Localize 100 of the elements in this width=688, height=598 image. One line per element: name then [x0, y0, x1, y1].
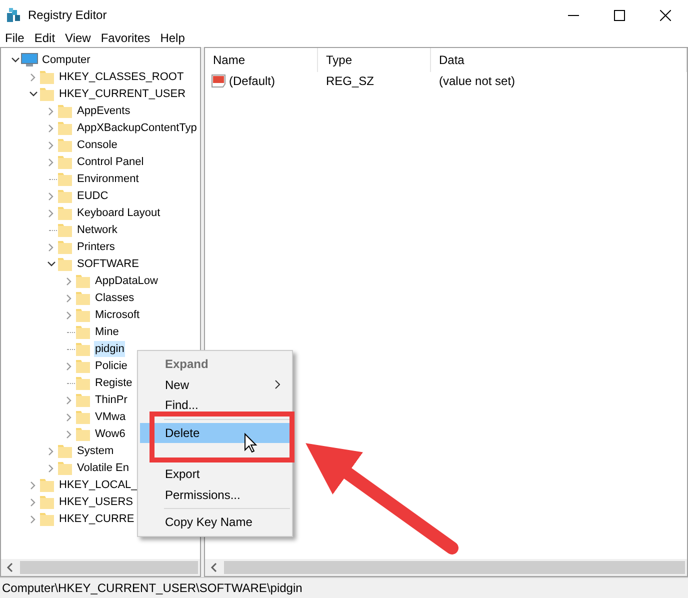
folder-icon	[57, 239, 73, 256]
folder-icon	[39, 86, 55, 102]
maximize-icon[interactable]	[614, 10, 624, 20]
folder-icon	[57, 205, 73, 222]
folder-icon	[57, 154, 73, 170]
chevron-right-icon[interactable]	[48, 208, 54, 218]
chevron-right-icon[interactable]	[66, 362, 72, 371]
tree-item[interactable]: HKEY_LOCAL_	[58, 477, 138, 494]
chevron-right-icon[interactable]	[66, 310, 72, 320]
chevron-down-icon[interactable]	[10, 57, 20, 64]
chevron-right-icon[interactable]	[48, 124, 54, 133]
tree-item[interactable]: Policie	[94, 358, 128, 374]
column-header[interactable]: Type	[318, 48, 431, 72]
chevron-right-icon[interactable]	[48, 140, 54, 150]
chevron-right-icon[interactable]	[66, 412, 72, 422]
string-value-icon	[211, 74, 227, 88]
folder-icon	[75, 324, 91, 340]
chevron-right-icon[interactable]	[66, 276, 72, 286]
menu-item[interactable]: Favorites	[96, 31, 156, 46]
tree-item[interactable]: Mine	[94, 324, 120, 340]
tree-item[interactable]: AppEvents	[76, 103, 132, 120]
folder-icon	[57, 460, 73, 476]
chevron-right-icon[interactable]	[48, 192, 54, 201]
menu-item[interactable]: Export	[140, 464, 290, 484]
chevron-right-icon[interactable]	[48, 106, 54, 116]
tree-item[interactable]: HKEY_USERS	[58, 494, 134, 510]
folder-icon	[39, 477, 55, 494]
folder-icon	[75, 375, 91, 392]
tree-item[interactable]: Network	[76, 222, 118, 238]
tree-item[interactable]: VMwa	[94, 409, 127, 426]
folder-icon	[75, 341, 91, 358]
tree-item[interactable]: Console	[76, 137, 118, 154]
tree-item[interactable]: Environment	[76, 171, 140, 188]
tree-item[interactable]: Wow6	[94, 426, 126, 442]
value-name[interactable]: (Default)	[229, 74, 276, 88]
chevron-right-icon[interactable]	[48, 158, 54, 167]
folder-icon	[57, 171, 73, 188]
close-icon[interactable]	[660, 10, 670, 20]
chevron-down-icon[interactable]	[46, 261, 56, 268]
folder-icon	[75, 358, 91, 374]
chevron-right-icon[interactable]	[48, 464, 54, 473]
chevron-right-icon[interactable]	[30, 498, 36, 507]
scrollbar-thumb[interactable]	[20, 561, 198, 574]
computer-icon	[21, 53, 38, 68]
tree-item[interactable]: HKEY_CURRENT_USER	[58, 86, 187, 102]
app-icon	[6, 7, 22, 23]
tree-item[interactable]: HKEY_CURRE	[58, 511, 136, 528]
value-type: REG_SZ	[325, 72, 376, 90]
folder-icon	[75, 392, 91, 408]
menu-item[interactable]: Copy Key Name	[140, 512, 290, 532]
tree-item[interactable]: ThinPr	[94, 392, 128, 408]
folder-icon	[57, 222, 73, 238]
tree-item[interactable]: Registe	[94, 375, 134, 392]
tree-item[interactable]: AppXBackupContentTyp	[76, 120, 198, 136]
value-data: (value not set)	[438, 72, 516, 90]
status-bar: Computer\HKEY_CURRENT_USER\SOFTWARE\pidgin	[0, 577, 688, 598]
folder-icon	[75, 409, 91, 426]
column-header[interactable]: Data	[431, 48, 687, 72]
chevron-right-icon[interactable]	[30, 480, 36, 490]
tree-item[interactable]: Control Panel	[76, 154, 145, 170]
folder-icon	[39, 511, 55, 528]
chevron-down-icon[interactable]	[28, 91, 38, 98]
menu-item[interactable]: View	[60, 31, 96, 46]
tree-item[interactable]: SOFTWARE	[76, 256, 140, 272]
chevron-right-icon[interactable]	[30, 72, 36, 82]
folder-icon	[57, 188, 73, 204]
tree-item[interactable]: AppDataLow	[94, 273, 159, 290]
tree-item[interactable]: Volatile En	[76, 460, 130, 476]
menu-item[interactable]: Find...	[140, 395, 290, 416]
tree-item[interactable]: Classes	[94, 290, 136, 306]
scrollbar-thumb[interactable]	[224, 561, 685, 574]
tree-item[interactable]: HKEY_CLASSES_ROOT	[58, 69, 185, 86]
menu-item[interactable]: File	[0, 31, 30, 46]
tree-item[interactable]: Computer	[41, 52, 92, 68]
folder-icon	[39, 69, 55, 86]
folder-icon	[57, 137, 73, 154]
tree-item[interactable]: Microsoft	[94, 307, 141, 324]
folder-icon	[75, 426, 91, 442]
chevron-right-icon[interactable]	[66, 294, 72, 303]
tree-item[interactable]: System	[76, 443, 115, 460]
folder-icon	[57, 103, 73, 120]
chevron-right-icon[interactable]	[48, 446, 54, 456]
folder-icon	[75, 307, 91, 324]
tree-item[interactable]: Keyboard Layout	[76, 205, 162, 222]
column-header[interactable]: Name	[205, 48, 318, 72]
chevron-right-icon[interactable]	[66, 430, 72, 439]
folder-icon	[75, 290, 91, 306]
folder-icon	[39, 494, 55, 510]
menu-item[interactable]: Help	[155, 31, 190, 46]
tree-item[interactable]: EUDC	[76, 188, 110, 204]
chevron-right-icon[interactable]	[48, 242, 54, 252]
tree-item[interactable]: pidgin	[94, 341, 126, 358]
menu-item[interactable]: Delete	[140, 422, 290, 443]
tree-item[interactable]: Printers	[76, 239, 116, 256]
chevron-right-icon[interactable]	[30, 514, 36, 524]
menu-item[interactable]: New	[140, 374, 290, 395]
folder-icon	[57, 120, 73, 136]
menu-item[interactable]: Permissions...	[140, 484, 290, 505]
chevron-right-icon[interactable]	[66, 396, 72, 405]
menu-item[interactable]: Edit	[29, 31, 60, 46]
